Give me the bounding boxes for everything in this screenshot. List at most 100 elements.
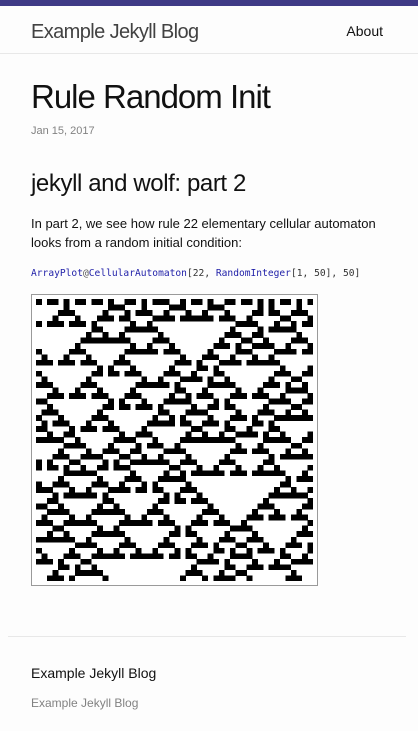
ca-cell <box>296 514 303 521</box>
ca-cell <box>96 337 103 344</box>
ca-cell <box>257 514 264 521</box>
ca-cell <box>157 315 164 322</box>
ca-cell <box>191 542 197 549</box>
cellular-automaton-svg <box>36 299 313 581</box>
ca-cell <box>229 332 236 339</box>
ca-cell <box>218 431 225 438</box>
ca-cell <box>80 393 87 399</box>
ca-cell <box>96 525 103 532</box>
ca-cell <box>290 492 297 499</box>
site-title-link[interactable]: Example Jekyll Blog <box>31 20 199 44</box>
ca-cell <box>135 459 142 466</box>
ca-cell <box>196 520 203 527</box>
ca-cell <box>85 520 92 527</box>
ca-cell <box>85 381 92 388</box>
ca-cell <box>301 398 308 405</box>
ca-cell <box>74 442 81 449</box>
ca-cell <box>47 409 53 416</box>
ca-cell <box>235 431 242 438</box>
ca-cell <box>74 299 81 305</box>
nav-link-about[interactable]: About <box>346 22 383 40</box>
ca-cell <box>69 492 76 499</box>
ca-cell <box>63 420 70 427</box>
ca-cell <box>301 370 308 377</box>
ca-cell <box>163 514 170 521</box>
ca-cell <box>279 481 286 488</box>
ca-cell <box>224 343 231 350</box>
ca-cell <box>290 542 297 549</box>
ca-cell <box>224 381 231 388</box>
ca-cell <box>307 321 313 327</box>
ca-cell <box>191 409 197 416</box>
ca-cell <box>263 404 269 410</box>
ca-cell <box>36 348 42 355</box>
ca-cell <box>246 575 253 581</box>
ca-cell <box>240 431 247 438</box>
ca-cell <box>285 553 292 560</box>
ca-cell <box>146 326 153 333</box>
ca-cell <box>130 520 137 527</box>
ca-cell <box>301 514 308 521</box>
ca-cell <box>47 381 53 388</box>
ca-cell <box>63 531 70 538</box>
cellular-automaton-plot <box>31 294 318 586</box>
ca-cell <box>274 426 281 433</box>
code-rule-number: 22 <box>192 268 205 279</box>
ca-cell <box>180 437 186 444</box>
ca-cell <box>274 470 281 477</box>
ca-cell <box>69 514 76 521</box>
ca-cell <box>36 459 42 466</box>
ca-cell <box>252 332 258 339</box>
ca-cell <box>130 448 137 455</box>
ca-cell <box>102 393 109 399</box>
ca-cell <box>168 420 175 427</box>
ca-cell <box>58 448 64 455</box>
ca-cell <box>307 475 313 482</box>
ca-cell <box>290 310 297 316</box>
ca-cell <box>174 381 181 388</box>
ca-cell <box>213 398 220 405</box>
ca-cell <box>58 420 64 427</box>
ca-cell <box>85 492 92 499</box>
ca-cell <box>141 299 148 305</box>
ca-cell <box>80 299 87 305</box>
ca-cell <box>96 503 103 510</box>
ca-cell <box>191 553 197 560</box>
ca-cell <box>296 387 303 394</box>
ca-cell <box>146 459 153 466</box>
ca-cell <box>213 470 220 477</box>
ca-cell <box>47 431 53 438</box>
ca-cell <box>263 547 269 554</box>
ca-cell <box>196 365 203 372</box>
ca-cell <box>257 547 264 554</box>
code-steps: 50 <box>342 268 355 279</box>
ca-cell <box>163 475 170 482</box>
ca-cell <box>290 387 297 394</box>
ca-cell <box>58 525 64 532</box>
ca-cell <box>191 370 197 377</box>
ca-cell <box>213 558 220 565</box>
ca-cell <box>252 420 258 427</box>
ca-cell <box>163 420 170 427</box>
ca-cell <box>235 448 242 455</box>
ca-cell <box>196 299 203 305</box>
ca-cell <box>224 315 231 322</box>
ca-cell <box>307 343 313 350</box>
ca-cell <box>240 520 247 527</box>
ca-cell <box>85 354 92 361</box>
code-fn-arrayplot: ArrayPlot <box>31 268 83 279</box>
ca-cell <box>301 453 308 460</box>
ca-cell <box>213 354 220 361</box>
ca-cell <box>307 398 313 405</box>
ca-cell <box>196 569 203 576</box>
ca-cell <box>229 381 236 388</box>
ca-cell <box>141 404 148 410</box>
ca-cell <box>157 553 164 560</box>
ca-cell <box>202 542 209 549</box>
ca-cell <box>218 536 225 543</box>
ca-cell <box>91 492 98 499</box>
ca-cell <box>218 370 225 377</box>
ca-cell <box>180 498 186 504</box>
ca-cell <box>85 337 92 344</box>
ca-cell <box>96 393 103 399</box>
